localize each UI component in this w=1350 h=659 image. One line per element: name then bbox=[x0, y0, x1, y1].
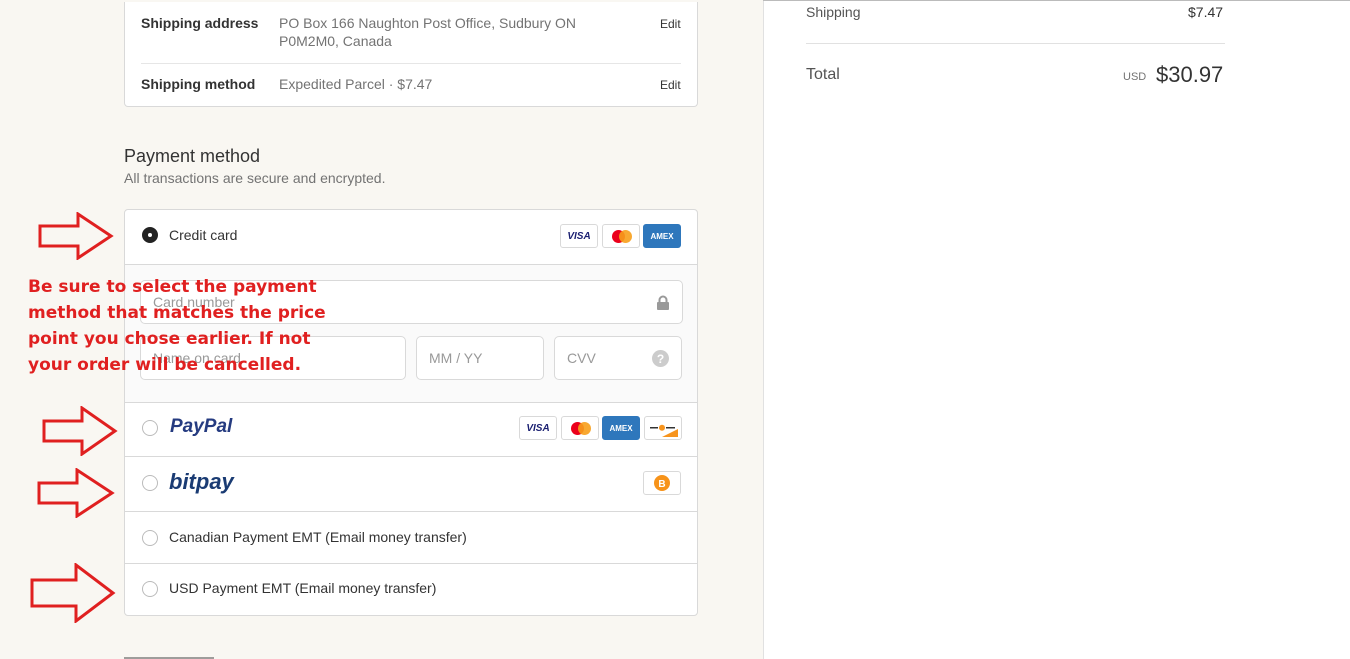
payment-option-bitpay[interactable]: bitpay B bbox=[125, 457, 697, 511]
expiry-field[interactable]: MM / YY bbox=[416, 336, 544, 380]
visa-icon: VISA bbox=[519, 416, 557, 440]
canadian-emt-radio[interactable] bbox=[142, 530, 158, 546]
mastercard-icon bbox=[561, 416, 599, 440]
shipping-address-label: Shipping address bbox=[141, 15, 259, 31]
credit-card-radio[interactable] bbox=[142, 227, 158, 243]
cvv-placeholder: CVV bbox=[567, 350, 596, 366]
cvv-field[interactable]: CVV ? bbox=[554, 336, 682, 380]
usd-emt-label: USD Payment EMT (Email money transfer) bbox=[169, 580, 437, 596]
annotation-arrow-credit-card bbox=[38, 212, 114, 260]
summary-currency: USD bbox=[1123, 71, 1147, 83]
payment-option-usd-emt[interactable]: USD Payment EMT (Email money transfer) bbox=[125, 564, 697, 615]
usd-emt-radio[interactable] bbox=[142, 581, 158, 597]
payment-option-credit-card[interactable]: Credit card VISA AMEX bbox=[125, 210, 697, 264]
review-divider bbox=[141, 63, 681, 64]
canadian-emt-label: Canadian Payment EMT (Email money transf… bbox=[169, 529, 467, 545]
summary-shipping-label: Shipping bbox=[806, 4, 861, 20]
discover-icon bbox=[644, 416, 682, 440]
svg-text:?: ? bbox=[657, 352, 664, 366]
shipping-method-label: Shipping method bbox=[141, 76, 256, 92]
payment-method-title: Payment method bbox=[124, 146, 261, 166]
review-box: Shipping address PO Box 166 Naughton Pos… bbox=[124, 2, 698, 107]
shipping-address-value: PO Box 166 Naughton Post Office, Sudbury… bbox=[279, 15, 577, 49]
annotation-note: Be sure to select the payment method tha… bbox=[28, 277, 326, 375]
summary-divider bbox=[806, 43, 1225, 44]
bitcoin-icon: B bbox=[643, 471, 681, 495]
edit-shipping-method-link[interactable]: Edit bbox=[660, 78, 681, 92]
annotation-arrow-usd-emt bbox=[30, 563, 116, 623]
svg-text:B: B bbox=[658, 479, 665, 490]
paypal-radio[interactable] bbox=[142, 420, 158, 436]
summary-total-value: $30.97 bbox=[1156, 62, 1224, 87]
bitpay-logo: bitpay bbox=[169, 469, 234, 494]
summary-top-border bbox=[763, 0, 1350, 1]
expiry-placeholder: MM / YY bbox=[429, 350, 483, 366]
amex-icon: AMEX bbox=[643, 224, 681, 248]
credit-card-label: Credit card bbox=[169, 227, 238, 243]
shipping-method-value: Expedited Parcel · $7.47 bbox=[279, 76, 433, 92]
payment-options-box: Credit card VISA AMEX Card number Name o… bbox=[124, 209, 698, 616]
bitpay-radio[interactable] bbox=[142, 475, 158, 491]
paypal-logo: PayPal bbox=[170, 416, 233, 437]
summary-total-label: Total bbox=[806, 66, 840, 83]
annotation-arrow-paypal bbox=[42, 406, 118, 456]
lock-icon bbox=[657, 295, 669, 310]
annotation-arrow-bitpay bbox=[37, 468, 115, 518]
summary-shipping-value: $7.47 bbox=[1188, 4, 1224, 20]
payment-option-canadian-emt[interactable]: Canadian Payment EMT (Email money transf… bbox=[125, 512, 697, 563]
payment-option-paypal[interactable]: PayPal VISA AMEX bbox=[125, 402, 697, 456]
amex-icon: AMEX bbox=[602, 416, 640, 440]
billing-address-heading-partial bbox=[124, 652, 214, 659]
panel-divider bbox=[763, 0, 764, 659]
visa-icon: VISA bbox=[560, 224, 598, 248]
payment-method-subtitle: All transactions are secure and encrypte… bbox=[124, 170, 386, 186]
mastercard-icon bbox=[602, 224, 640, 248]
help-icon[interactable]: ? bbox=[652, 350, 669, 367]
edit-shipping-address-link[interactable]: Edit bbox=[660, 17, 681, 31]
